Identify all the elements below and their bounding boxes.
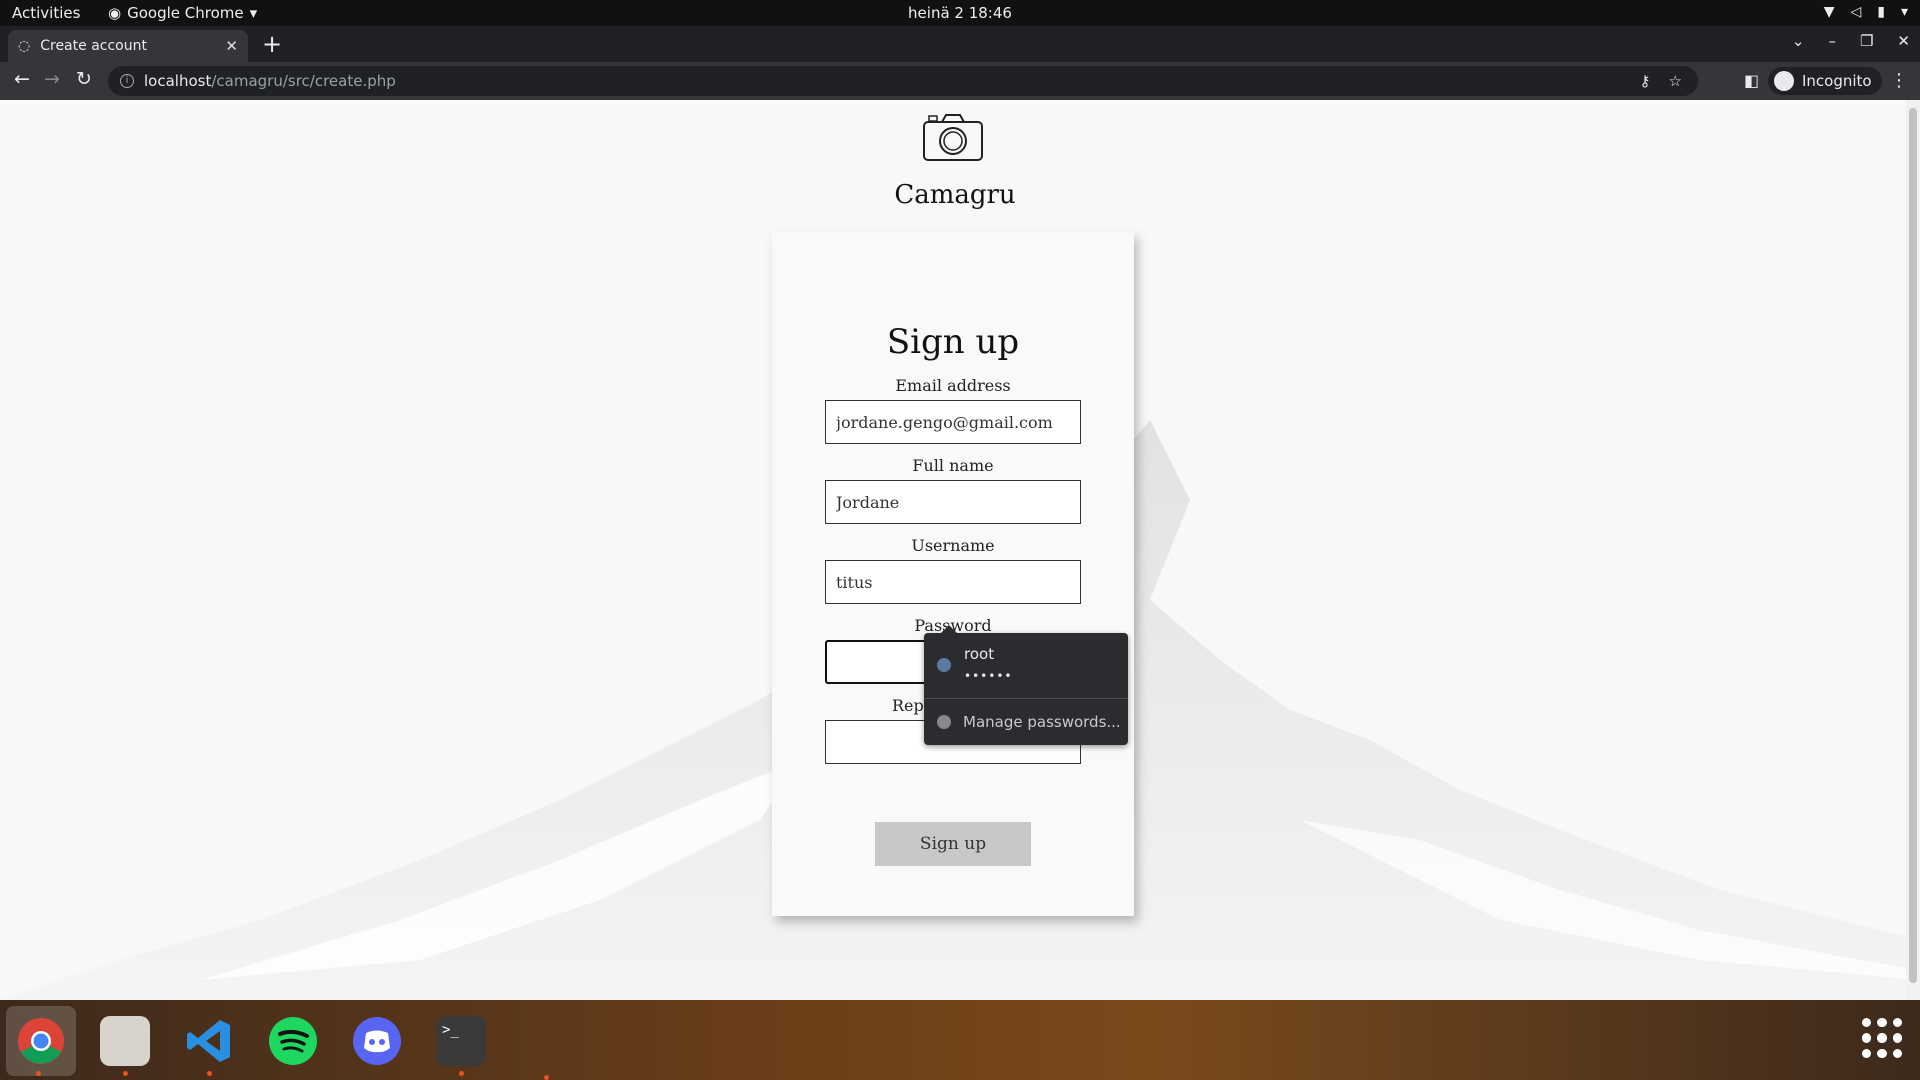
chrome-small-icon: ◉ bbox=[108, 4, 122, 22]
tab-create-account[interactable]: ◌ Create account ✕ bbox=[8, 30, 248, 62]
incognito-icon bbox=[1774, 71, 1794, 91]
files-icon bbox=[100, 1016, 150, 1066]
web-page: Camagru Sign up Email address Full name … bbox=[0, 100, 1920, 1000]
saved-password-mask: •••••• bbox=[964, 669, 1013, 683]
forward-icon[interactable]: → bbox=[44, 68, 60, 90]
battery-icon: ▮ bbox=[1877, 4, 1885, 20]
maximize-icon[interactable]: ❐ bbox=[1860, 32, 1873, 50]
incognito-label: Incognito bbox=[1802, 72, 1872, 90]
saved-credential-item[interactable]: root •••••• bbox=[924, 633, 1128, 699]
key-icon[interactable]: ⚷ bbox=[1640, 72, 1651, 90]
window-controls: ⌄ – ❐ ✕ bbox=[1792, 32, 1910, 50]
password-autofill-popup: root •••••• Manage passwords... bbox=[924, 625, 1128, 745]
discord-icon bbox=[353, 1017, 401, 1065]
bookmark-star-icon[interactable]: ☆ bbox=[1669, 72, 1682, 90]
tab-title: Create account bbox=[40, 38, 147, 54]
reload-icon[interactable]: ↻ bbox=[76, 68, 92, 90]
signup-button[interactable]: Sign up bbox=[875, 822, 1031, 866]
camera-icon bbox=[923, 114, 983, 161]
chrome-icon bbox=[18, 1018, 64, 1064]
app-menu-label: Google Chrome bbox=[127, 4, 244, 22]
username-label: Username bbox=[911, 536, 995, 555]
signup-card: Sign up Email address Full name Username… bbox=[772, 232, 1134, 916]
close-tab-icon[interactable]: ✕ bbox=[225, 37, 238, 55]
running-indicator bbox=[544, 1075, 549, 1080]
page-scrollbar[interactable] bbox=[1906, 100, 1920, 1000]
fullname-label: Full name bbox=[912, 456, 994, 475]
chevron-down-icon: ▾ bbox=[249, 4, 258, 22]
dock-discord[interactable] bbox=[342, 1006, 412, 1076]
wifi-icon: ▼ bbox=[1823, 4, 1835, 20]
tab-strip: ◌ Create account ✕ + ⌄ – ❐ ✕ bbox=[0, 26, 1920, 62]
url-path: /camagru/src/create.php bbox=[211, 72, 396, 90]
google-key-icon bbox=[937, 715, 951, 729]
saved-username: root bbox=[964, 645, 995, 663]
email-label: Email address bbox=[895, 376, 1011, 395]
spotify-icon bbox=[269, 1017, 317, 1065]
browser-toolbar: ← → ↻ i localhost /camagru/src/create.ph… bbox=[0, 62, 1920, 100]
manage-passwords-item[interactable]: Manage passwords... bbox=[924, 699, 1128, 745]
page-heading: Sign up bbox=[886, 322, 1020, 362]
username-field[interactable] bbox=[825, 560, 1081, 604]
running-indicator bbox=[123, 1071, 128, 1076]
system-tray[interactable]: ▼ ◁ ▮ ▾ bbox=[1824, 4, 1908, 20]
clock[interactable]: heinä 2 18:46 bbox=[908, 4, 1012, 22]
brand-title: Camagru bbox=[894, 180, 1016, 210]
dock-chrome[interactable] bbox=[6, 1006, 76, 1076]
more-menu-icon[interactable]: ⋮ bbox=[1890, 70, 1908, 91]
app-menu[interactable]: ◉ Google Chrome ▾ bbox=[108, 4, 257, 22]
minimize-icon[interactable]: – bbox=[1828, 32, 1836, 50]
chevron-down-icon: ▾ bbox=[1900, 4, 1908, 20]
url-host: localhost bbox=[144, 72, 212, 90]
running-indicator bbox=[36, 1071, 41, 1076]
show-applications-icon[interactable] bbox=[1862, 1018, 1902, 1058]
ubuntu-dock: >_ bbox=[0, 1000, 1920, 1080]
back-icon[interactable]: ← bbox=[14, 68, 30, 90]
running-indicator bbox=[459, 1071, 464, 1076]
favicon-icon: ◌ bbox=[18, 38, 31, 54]
tab-search-icon[interactable]: ⌄ bbox=[1792, 32, 1805, 50]
incognito-profile-button[interactable]: Incognito bbox=[1768, 67, 1882, 95]
scrollbar-thumb[interactable] bbox=[1909, 108, 1917, 983]
address-bar[interactable]: i localhost /camagru/src/create.php ⚷ ☆ bbox=[108, 66, 1698, 96]
terminal-icon: >_ bbox=[436, 1016, 486, 1066]
close-window-icon[interactable]: ✕ bbox=[1897, 32, 1910, 50]
site-favicon-icon bbox=[937, 658, 951, 672]
dock-terminal[interactable]: >_ bbox=[426, 1006, 496, 1076]
volume-muted-icon: ◁ bbox=[1850, 4, 1862, 20]
running-indicator bbox=[207, 1071, 212, 1076]
dock-vscode[interactable] bbox=[174, 1006, 244, 1076]
new-tab-button[interactable]: + bbox=[262, 30, 282, 58]
activities-button[interactable]: Activities bbox=[12, 4, 80, 22]
site-info-icon[interactable]: i bbox=[120, 74, 134, 88]
system-top-bar: Activities ◉ Google Chrome ▾ heinä 2 18:… bbox=[0, 0, 1920, 26]
fullname-field[interactable] bbox=[825, 480, 1081, 524]
dock-spotify[interactable] bbox=[258, 1006, 328, 1076]
email-field[interactable] bbox=[825, 400, 1081, 444]
side-panel-icon[interactable]: ◧ bbox=[1744, 71, 1759, 90]
dock-files[interactable] bbox=[90, 1006, 160, 1076]
vscode-icon bbox=[187, 1020, 230, 1062]
manage-passwords-label: Manage passwords... bbox=[963, 713, 1121, 731]
